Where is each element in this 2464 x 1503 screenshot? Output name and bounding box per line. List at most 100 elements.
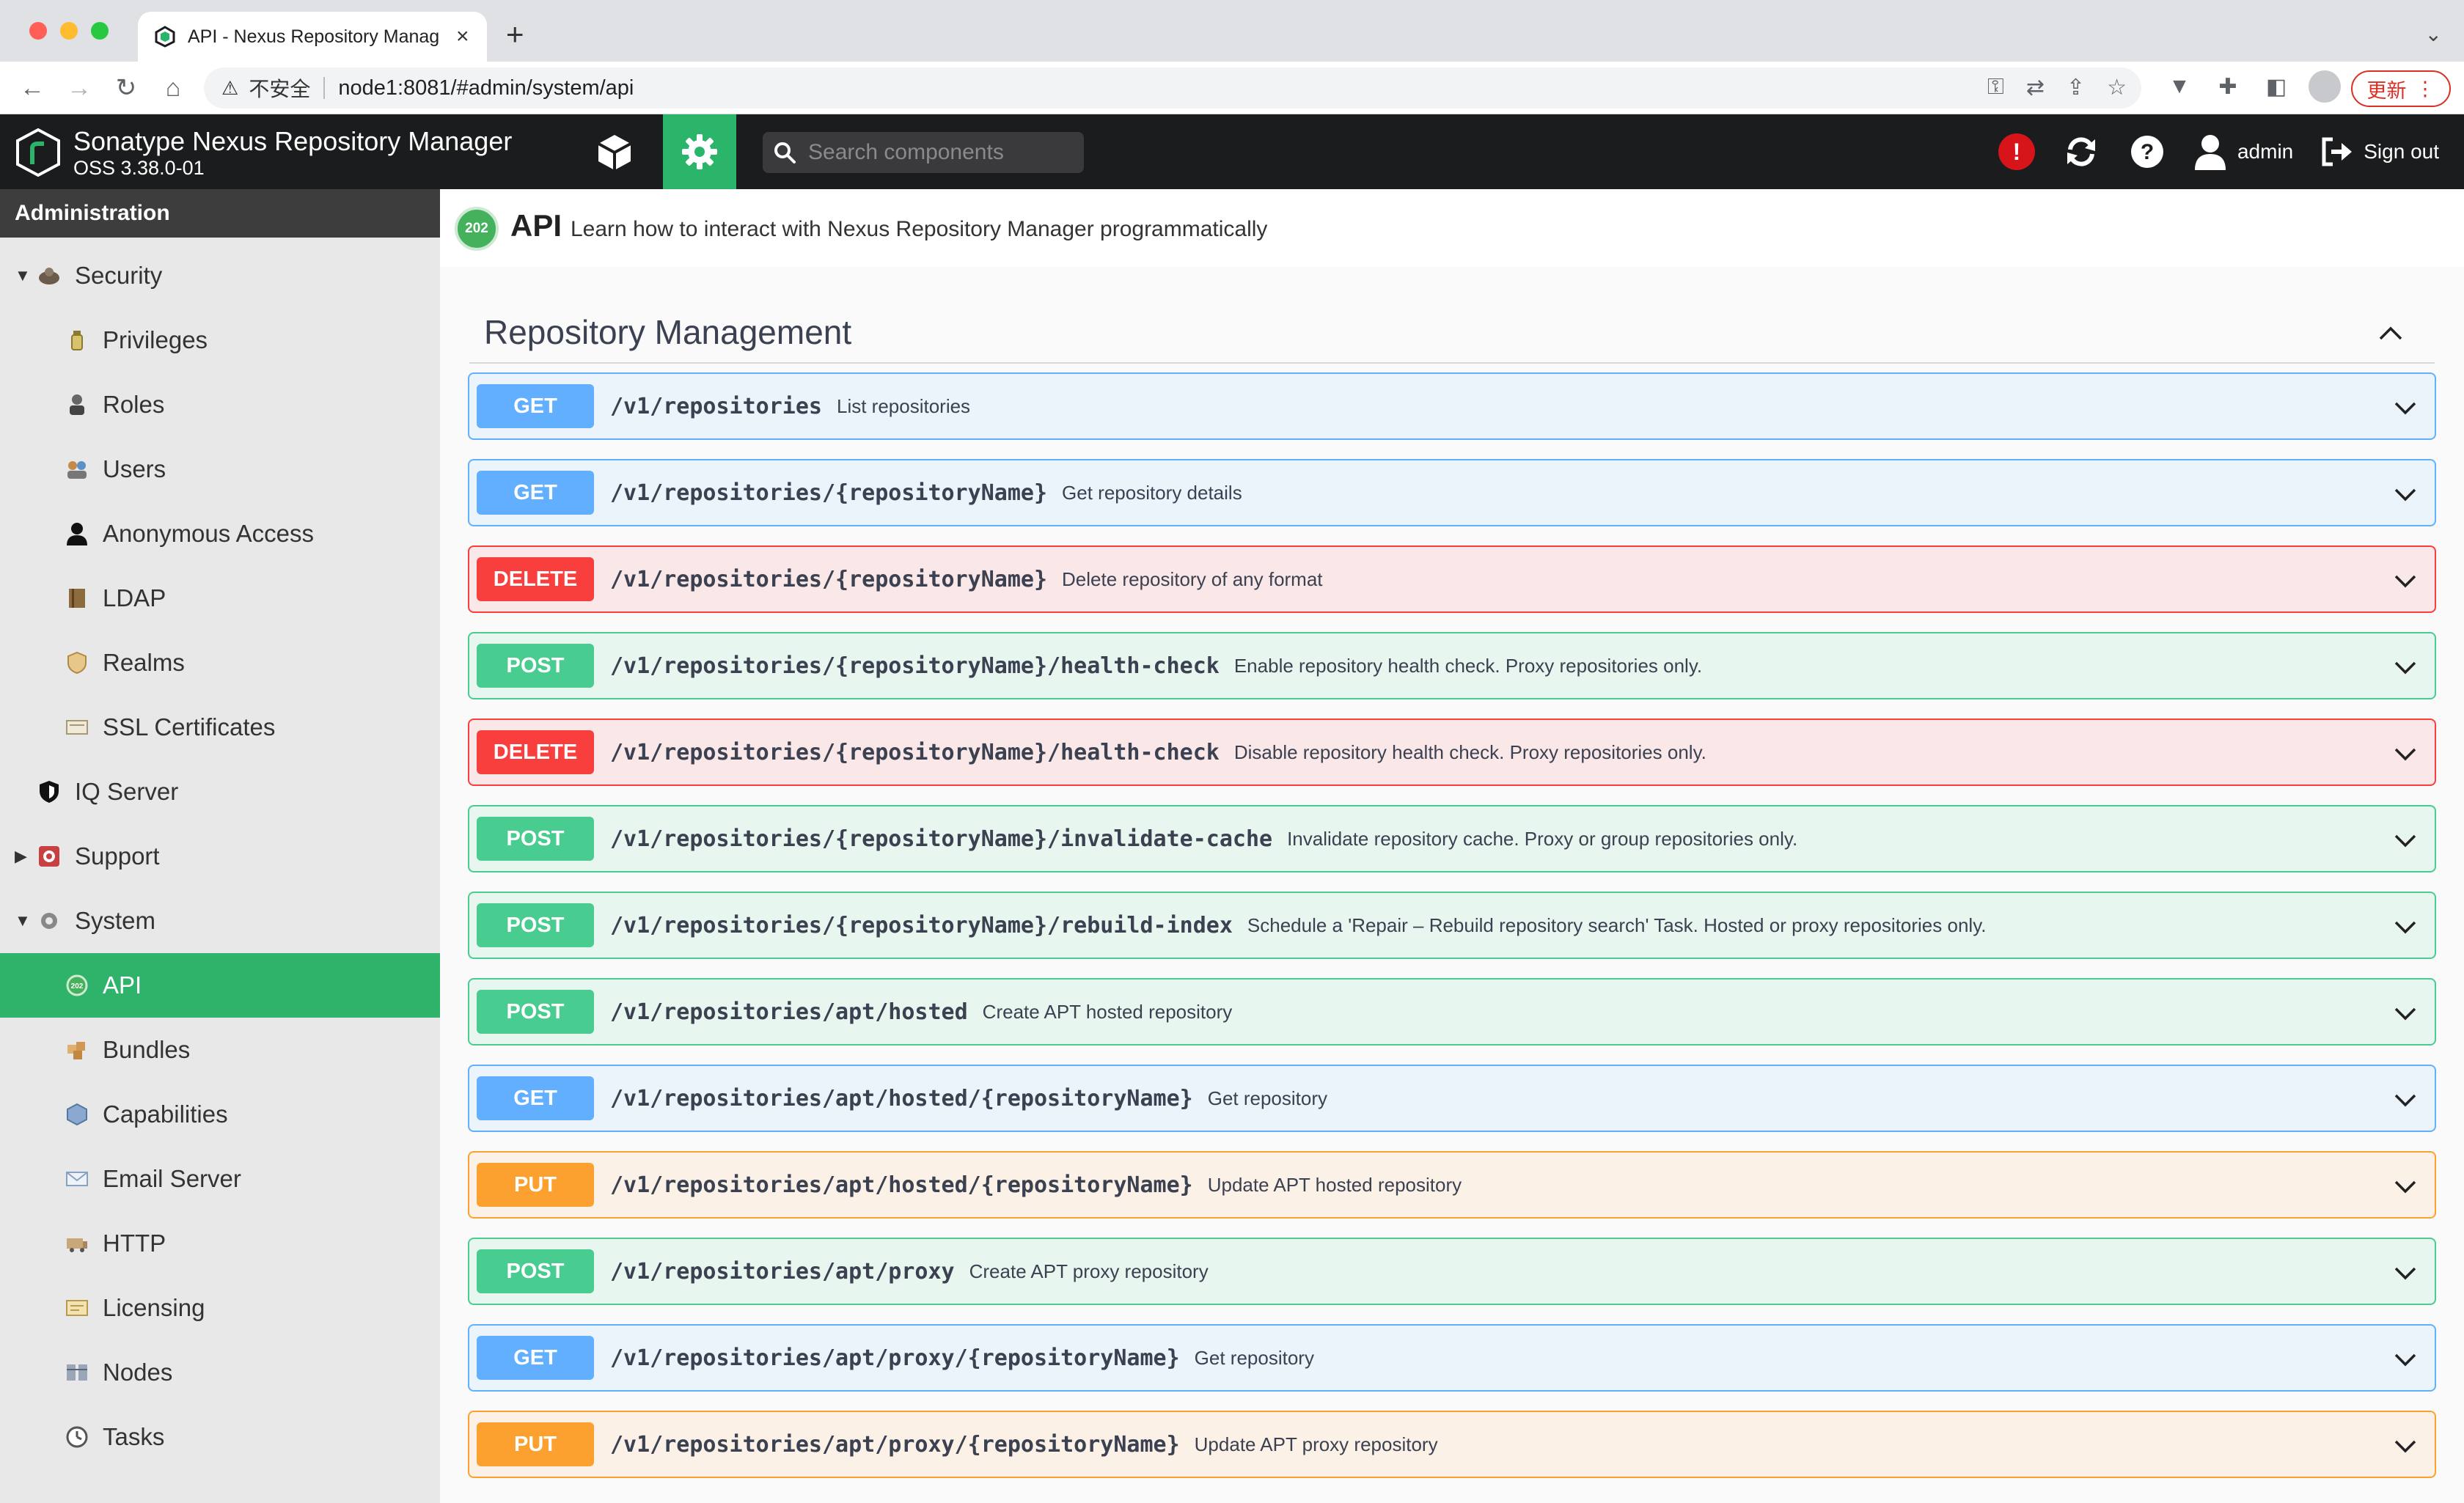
tab-search-chevron-icon[interactable]: ⌄ bbox=[2425, 22, 2442, 46]
system-gear-icon bbox=[37, 908, 62, 933]
sidebar-item-privileges[interactable]: Privileges bbox=[0, 308, 440, 372]
sidebar-item-tasks[interactable]: Tasks bbox=[0, 1405, 440, 1469]
operation-summary: Update APT hosted repository bbox=[1207, 1173, 1462, 1196]
chevron-down-icon[interactable] bbox=[2392, 1260, 2419, 1286]
search-components-input[interactable] bbox=[807, 139, 1071, 166]
component-search[interactable] bbox=[763, 132, 1084, 173]
sidebar-item-email-server[interactable]: Email Server bbox=[0, 1147, 440, 1211]
method-badge: DELETE bbox=[477, 557, 594, 601]
sidebar-item-bundles[interactable]: Bundles bbox=[0, 1018, 440, 1082]
sidebar-item-support[interactable]: ▶ Support bbox=[0, 824, 440, 889]
username-label: admin bbox=[2237, 140, 2294, 163]
share-icon[interactable]: ⇪ bbox=[2067, 75, 2085, 100]
chevron-down-icon[interactable] bbox=[2392, 827, 2419, 853]
sidebar-item-ldap[interactable]: LDAP bbox=[0, 566, 440, 631]
sidebar-item-system[interactable]: ▼ System bbox=[0, 889, 440, 953]
system-alert-icon[interactable]: ! bbox=[1998, 133, 2035, 170]
address-bar[interactable]: ⚠ 不安全 node1:8081/#admin/system/api ⚿ ⇄ ⇪… bbox=[204, 67, 2141, 109]
sidebar-item-label: Security bbox=[75, 262, 163, 289]
chevron-down-icon[interactable] bbox=[2392, 1000, 2419, 1026]
operation-row[interactable]: POST/v1/repositories/{repositoryName}/re… bbox=[468, 892, 2436, 959]
sidebar-item-security[interactable]: ▼ Security bbox=[0, 243, 440, 308]
operation-summary: Disable repository health check. Proxy r… bbox=[1233, 741, 1706, 763]
forward-arrow-icon[interactable]: → bbox=[62, 70, 97, 106]
key-icon[interactable]: ⚿ bbox=[1987, 75, 2004, 100]
chevron-down-icon[interactable] bbox=[2392, 1346, 2419, 1372]
operation-row[interactable]: POST/v1/repositories/{repositoryName}/in… bbox=[468, 805, 2436, 872]
new-tab-button[interactable]: + bbox=[506, 19, 524, 50]
extensions-puzzle-icon[interactable]: ✚ bbox=[2212, 70, 2244, 103]
operation-row[interactable]: GET/v1/repositories List repositories bbox=[468, 372, 2436, 440]
sidebar-item-http[interactable]: HTTP bbox=[0, 1211, 440, 1276]
bookmark-star-icon[interactable]: ☆ bbox=[2107, 75, 2127, 100]
chevron-up-icon[interactable] bbox=[2376, 318, 2405, 348]
chevron-down-icon[interactable] bbox=[2392, 654, 2419, 680]
operation-summary: Enable repository health check. Proxy re… bbox=[1233, 654, 1703, 677]
expand-down-icon[interactable]: ▼ bbox=[15, 266, 37, 285]
translate-icon[interactable]: ⇄ bbox=[2026, 75, 2045, 100]
window-maximize-button[interactable] bbox=[91, 22, 109, 40]
method-badge: GET bbox=[477, 1076, 594, 1120]
tab-close-icon[interactable]: × bbox=[456, 26, 469, 48]
operation-row[interactable]: GET/v1/repositories/apt/proxy/{repositor… bbox=[468, 1324, 2436, 1392]
sidebar-item-ssl-certificates[interactable]: SSL Certificates bbox=[0, 695, 440, 760]
expand-right-icon[interactable]: ▶ bbox=[15, 847, 37, 866]
security-indicator[interactable]: 不安全 bbox=[249, 73, 310, 103]
operation-row[interactable]: DELETE/v1/repositories/{repositoryName}/… bbox=[468, 719, 2436, 786]
chevron-down-icon[interactable] bbox=[2392, 741, 2419, 767]
email-icon bbox=[65, 1166, 89, 1191]
sidebar-nav-list: Routing Rules▼SecurityPrivilegesRolesUse… bbox=[0, 189, 440, 1469]
chevron-down-icon[interactable] bbox=[2392, 567, 2419, 594]
sidebar-item-licensing[interactable]: Licensing bbox=[0, 1276, 440, 1340]
sign-out-icon bbox=[2322, 137, 2353, 166]
window-close-button[interactable] bbox=[29, 22, 47, 40]
window-minimize-button[interactable] bbox=[60, 22, 78, 40]
chevron-down-icon[interactable] bbox=[2392, 394, 2419, 421]
expand-down-icon[interactable]: ▼ bbox=[15, 911, 37, 930]
extension-v-icon[interactable]: ▼ bbox=[2163, 70, 2196, 103]
browse-cube-icon[interactable] bbox=[593, 131, 637, 174]
chevron-down-icon[interactable] bbox=[2392, 1433, 2419, 1459]
sidebar-item-api[interactable]: 202 API bbox=[0, 953, 440, 1018]
operation-path: /v1/repositories bbox=[610, 393, 822, 419]
sidebar-item-nodes[interactable]: Nodes bbox=[0, 1340, 440, 1405]
home-icon[interactable]: ⌂ bbox=[155, 70, 191, 106]
browser-tab[interactable]: API - Nexus Repository Manag × bbox=[138, 12, 487, 62]
url-text[interactable]: node1:8081/#admin/system/api bbox=[338, 76, 634, 100]
profile-avatar[interactable] bbox=[2309, 70, 2341, 103]
section-repository-management[interactable]: Repository Management bbox=[469, 298, 2435, 364]
chevron-down-icon[interactable] bbox=[2392, 914, 2419, 940]
reload-icon[interactable]: ↻ bbox=[109, 70, 144, 106]
refresh-icon[interactable] bbox=[2061, 132, 2101, 172]
sign-out-button[interactable]: Sign out bbox=[2320, 135, 2439, 169]
update-button[interactable]: 更新 ⋮ bbox=[2351, 70, 2451, 107]
security-icon bbox=[37, 263, 62, 288]
search-icon bbox=[774, 142, 796, 163]
sidebar-item-users[interactable]: Users bbox=[0, 437, 440, 501]
method-badge: PUT bbox=[477, 1422, 594, 1466]
operation-row[interactable]: POST/v1/repositories/{repositoryName}/he… bbox=[468, 632, 2436, 699]
administration-gear-button[interactable] bbox=[663, 114, 736, 189]
sidebar-item-capabilities[interactable]: Capabilities bbox=[0, 1082, 440, 1147]
sidebar-item-iq-server[interactable]: IQ Server bbox=[0, 760, 440, 824]
chevron-down-icon[interactable] bbox=[2392, 1087, 2419, 1113]
side-panel-icon[interactable]: ◧ bbox=[2260, 70, 2292, 103]
back-arrow-icon[interactable]: ← bbox=[15, 70, 50, 106]
operation-row[interactable]: GET/v1/repositories/{repositoryName} Get … bbox=[468, 459, 2436, 526]
user-menu[interactable]: admin bbox=[2193, 133, 2293, 170]
chevron-down-icon[interactable] bbox=[2392, 1173, 2419, 1199]
sidebar-item-realms[interactable]: Realms bbox=[0, 631, 440, 695]
operation-row[interactable]: DELETE/v1/repositories/{repositoryName} D… bbox=[468, 545, 2436, 613]
sidebar-item-label: Licensing bbox=[103, 1294, 205, 1321]
chevron-down-icon[interactable] bbox=[2392, 481, 2419, 507]
operation-row[interactable]: PUT/v1/repositories/apt/hosted/{reposito… bbox=[468, 1151, 2436, 1219]
sidebar-item-label: Capabilities bbox=[103, 1100, 228, 1128]
operation-row[interactable]: POST/v1/repositories/apt/hosted Create AP… bbox=[468, 978, 2436, 1046]
sidebar-item-roles[interactable]: Roles bbox=[0, 372, 440, 437]
help-icon[interactable]: ? bbox=[2127, 132, 2167, 172]
operation-row[interactable]: POST/v1/repositories/apt/proxy Create APT… bbox=[468, 1238, 2436, 1305]
operation-path: /v1/repositories/apt/proxy/{repositoryNa… bbox=[610, 1431, 1180, 1458]
operation-row[interactable]: PUT/v1/repositories/apt/proxy/{repositor… bbox=[468, 1411, 2436, 1478]
sidebar-item-anonymous-access[interactable]: Anonymous Access bbox=[0, 501, 440, 566]
operation-row[interactable]: GET/v1/repositories/apt/hosted/{reposito… bbox=[468, 1065, 2436, 1132]
